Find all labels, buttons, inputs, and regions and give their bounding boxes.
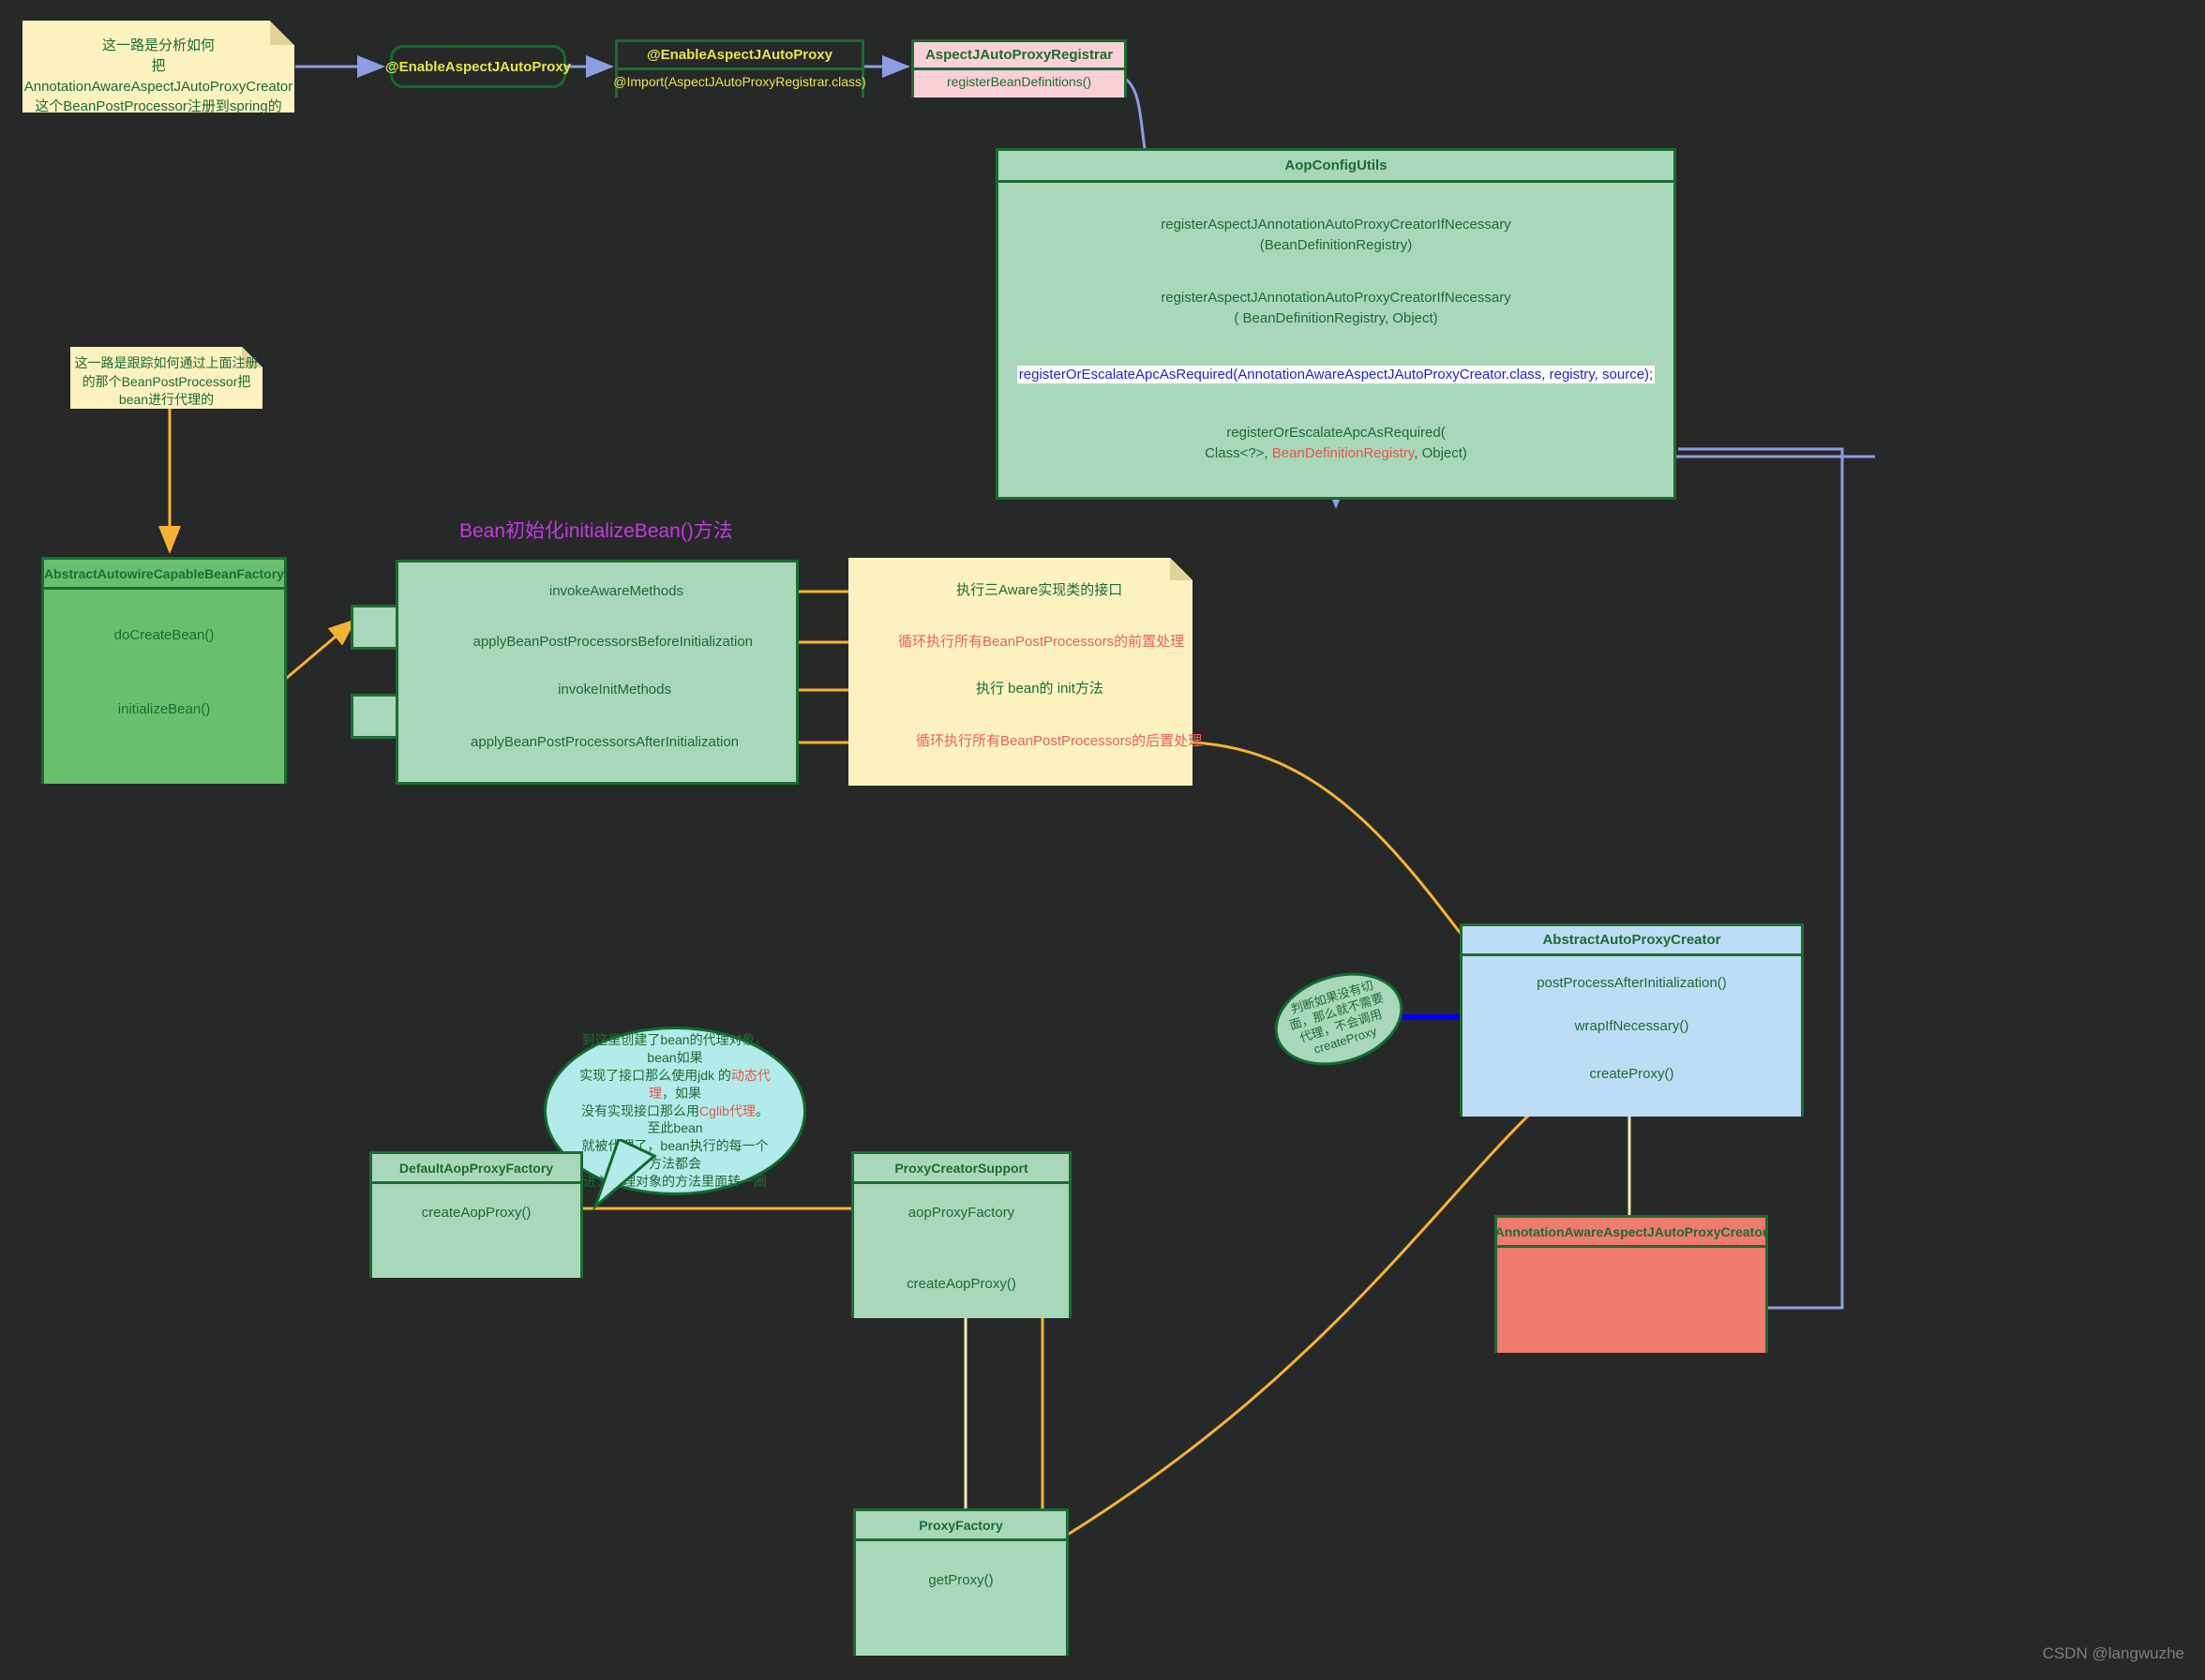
class-title: AbstractAutowireCapableBeanFactory <box>44 560 284 590</box>
class-proxy-creator-support[interactable]: ProxyCreatorSupport aopProxyFactory crea… <box>851 1151 1072 1318</box>
class-body: getProxy() <box>856 1541 1066 1656</box>
member-line-2: ( BeanDefinitionRegistry, Object) <box>1234 309 1438 326</box>
class-member-register-if-necessary-2: registerAspectJAnnotationAutoProxyCreato… <box>998 288 1673 329</box>
member-line-1: registerOrEscalateApcAsRequired( <box>1226 425 1446 441</box>
class-title: AnnotationAwareAspectJAutoProxyCreator <box>1495 1218 1767 1248</box>
bubble-seg-1: 到这里创建了bean的代理对象。bean如果 <box>581 1031 769 1065</box>
member-invoke-init-methods: invokeInitMethods <box>558 682 671 698</box>
class-member: registerBeanDefinitions() <box>946 74 1092 89</box>
member-wrap-if-necessary: wrapIfNecessary() <box>1574 1018 1689 1034</box>
class-body: registerBeanDefinitions() <box>914 70 1124 98</box>
class-member-initialize-bean: initializeBean() <box>117 701 211 717</box>
highlighted-code: registerOrEscalateApcAsRequired(Annotati… <box>1016 366 1656 383</box>
member-line-2: (BeanDefinitionRegistry) <box>1259 236 1413 253</box>
class-title: AopConfigUtils <box>998 151 1673 183</box>
class-body: createAopProxy() <box>372 1184 580 1278</box>
member-post-process-after-init: postProcessAfterInitialization() <box>1537 975 1727 991</box>
note-init-steps: 执行三Aware实现类的接口 循环执行所有BeanPostProcessors的… <box>848 558 1202 786</box>
enable-aspectj-autoproxy-annotation[interactable]: @EnableAspectJAutoProxy <box>385 45 571 88</box>
class-default-aop-proxy-factory[interactable]: DefaultAopProxyFactory createAopProxy() <box>369 1151 583 1278</box>
sig-part-registry: BeanDefinitionRegistry <box>1271 444 1415 461</box>
watermark-csdn: CSDN @langwuzhe <box>2042 1644 2184 1662</box>
note-top: 这一路是分析如何 把 AnnotationAwareAspectJAutoPro… <box>22 21 294 114</box>
enable-aspectj-autoproxy-label: @EnableAspectJAutoProxy <box>385 58 572 75</box>
class-body: invokeAwareMethods applyBeanPostProcesso… <box>398 562 796 782</box>
member-apply-bpp-after-init: applyBeanPostProcessorsAfterInitializati… <box>471 734 739 750</box>
class-member-register-if-necessary-1: registerAspectJAnnotationAutoProxyCreato… <box>998 215 1673 256</box>
class-title: DefaultAopProxyFactory <box>372 1154 580 1184</box>
class-abstract-auto-proxy-creator[interactable]: AbstractAutoProxyCreator postProcessAfte… <box>1460 923 1804 1117</box>
class-body: postProcessAfterInitialization() wrapIfN… <box>1462 956 1801 1117</box>
class-body: @Import(AspectJAutoProxyRegistrar.class) <box>613 70 866 98</box>
note-step-2: 循环执行所有BeanPostProcessors的前置处理 <box>898 634 1185 650</box>
class-member-do-create-bean: doCreateBean() <box>113 627 215 643</box>
class-title: ProxyFactory <box>856 1511 1066 1541</box>
bubble-seg-5: 没有实现接口那么用 <box>581 1102 700 1118</box>
note-fold-icon <box>1170 558 1192 580</box>
sig-part-b: , Object) <box>1414 444 1467 461</box>
member-line-1: registerAspectJAnnotationAutoProxyCreato… <box>1161 217 1511 232</box>
ellipse-note-text: 判断如果没有切 面，那么就不需要 代理，不会调用 createProxy <box>1283 976 1394 1063</box>
class-body: doCreateBean() initializeBean() <box>44 590 284 784</box>
section-title-bean-init: Bean初始化initializeBean()方法 <box>459 520 733 542</box>
class-abstract-autowire-capable-bean-factory[interactable]: AbstractAutowireCapableBeanFactory doCre… <box>41 557 287 784</box>
class-body <box>1497 1248 1765 1353</box>
class-member-register-escalate-signature: registerOrEscalateApcAsRequired( Class<?… <box>998 423 1673 464</box>
member-create-proxy: createProxy() <box>1589 1066 1674 1082</box>
member-aop-proxy-factory: aopProxyFactory <box>908 1205 1015 1221</box>
bubble-seg-6: Cglib代理 <box>699 1102 756 1118</box>
class-proxy-factory[interactable]: ProxyFactory getProxy() <box>853 1508 1069 1656</box>
member-invoke-aware-methods: invokeAwareMethods <box>548 583 683 599</box>
class-title: AbstractAutoProxyCreator <box>1462 926 1801 956</box>
note-top-text: 这一路是分析如何 把 AnnotationAwareAspectJAutoPro… <box>23 38 293 115</box>
member-create-aop-proxy: createAopProxy() <box>421 1205 532 1221</box>
class-member: @Import(AspectJAutoProxyRegistrar.class) <box>613 74 866 89</box>
class-title: AspectJAutoProxyRegistrar <box>914 42 1124 70</box>
sig-part-a: Class<?>, <box>1205 444 1272 461</box>
class-enable-aspectj-autoproxy[interactable]: @EnableAspectJAutoProxy @Import(AspectJA… <box>613 39 866 98</box>
member-line-2: Class<?>, BeanDefinitionRegistry, Object… <box>998 443 1673 464</box>
initialize-bean-method-box[interactable]: invokeAwareMethods applyBeanPostProcesso… <box>396 560 799 785</box>
note-step-4: 循环执行所有BeanPostProcessors的后置处理 <box>916 733 1203 749</box>
note-step-1: 执行三Aware实现类的接口 <box>956 582 1123 598</box>
class-title: @EnableAspectJAutoProxy <box>618 42 862 70</box>
ellipse-note-no-aspect: 判断如果没有切 面，那么就不需要 代理，不会调用 createProxy <box>1263 957 1415 1081</box>
member-get-proxy: getProxy() <box>928 1572 994 1588</box>
class-aspectj-autoproxy-registrar[interactable]: AspectJAutoProxyRegistrar registerBeanDe… <box>911 39 1127 98</box>
note-left: 这一路是跟踪如何通过上面注册 的那个BeanPostProcessor把 bea… <box>70 347 262 409</box>
member-create-aop-proxy: createAopProxy() <box>907 1276 1016 1292</box>
class-member-register-escalate-highlight: registerOrEscalateApcAsRequired(Annotati… <box>998 366 1673 383</box>
class-body: registerAspectJAnnotationAutoProxyCreato… <box>998 183 1673 497</box>
bubble-tail <box>592 1139 657 1211</box>
bubble-seg-4: ，如果 <box>662 1085 701 1101</box>
class-aop-config-utils[interactable]: AopConfigUtils registerAspectJAnnotation… <box>996 148 1676 500</box>
member-line-1: registerAspectJAnnotationAutoProxyCreato… <box>1161 290 1511 306</box>
note-step-3: 执行 bean的 init方法 <box>976 681 1103 697</box>
diagram-canvas: 这一路是分析如何 把 AnnotationAwareAspectJAutoPro… <box>0 0 2205 1680</box>
class-body: aopProxyFactory createAopProxy() <box>854 1184 1069 1318</box>
member-apply-bpp-before-init: applyBeanPostProcessorsBeforeInitializat… <box>472 634 754 650</box>
class-annotation-aware-aspectj-auto-proxy-creator[interactable]: AnnotationAwareAspectJAutoProxyCreator <box>1494 1215 1768 1353</box>
note-left-text: 这一路是跟踪如何通过上面注册 的那个BeanPostProcessor把 bea… <box>74 355 259 408</box>
class-title: ProxyCreatorSupport <box>854 1154 1069 1184</box>
bubble-seg-2: 实现了接口那么使用jdk 的 <box>579 1067 731 1083</box>
